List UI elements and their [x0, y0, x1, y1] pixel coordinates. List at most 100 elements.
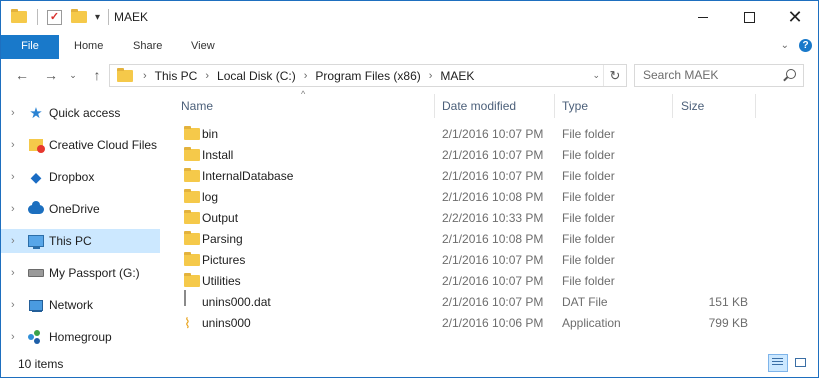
- nav-item-creative-cloud-files[interactable]: › Creative Cloud Files: [1, 133, 160, 157]
- column-divider[interactable]: [755, 94, 756, 118]
- folder-icon: [184, 231, 200, 245]
- file-name: Pictures: [202, 253, 246, 267]
- chevron-right-icon[interactable]: ›: [11, 299, 15, 311]
- chevron-right-icon[interactable]: ›: [429, 70, 433, 82]
- creative-cloud-icon: [28, 137, 45, 153]
- file-row[interactable]: ⌇ unins000 2/1/2016 10:06 PM Application…: [163, 313, 763, 334]
- ribbon-tabs: File Home Share View ⌄ ?: [1, 35, 818, 60]
- ribbon-controls: ⌄ ?: [781, 39, 812, 52]
- customize-toolbar-icon[interactable]: ▾: [95, 12, 100, 23]
- file-row[interactable]: Output 2/2/2016 10:33 PM File folder: [163, 208, 763, 229]
- file-row[interactable]: log 2/1/2016 10:08 PM File folder: [163, 187, 763, 208]
- minimize-button[interactable]: [680, 1, 726, 33]
- nav-item-dropbox[interactable]: › ◆ Dropbox: [1, 165, 160, 189]
- properties-icon[interactable]: ✓: [47, 9, 62, 25]
- address-dropdown-icon[interactable]: ⌄: [592, 65, 600, 86]
- tab-home[interactable]: Home: [74, 35, 103, 59]
- recent-locations-button[interactable]: ⌄: [63, 65, 83, 85]
- chevron-right-icon[interactable]: ›: [205, 70, 209, 82]
- breadcrumb-local-disk[interactable]: Local Disk (C:): [217, 69, 296, 83]
- nav-item-this-pc[interactable]: › This PC: [1, 229, 160, 253]
- folder-icon: [184, 168, 200, 182]
- column-header-name[interactable]: Name: [181, 94, 213, 118]
- maximize-button[interactable]: [726, 1, 772, 33]
- up-arrow-icon: ↑: [93, 67, 101, 83]
- up-button[interactable]: ↑: [87, 65, 107, 85]
- help-icon[interactable]: ?: [799, 39, 812, 52]
- file-row[interactable]: Utilities 2/1/2016 10:07 PM File folder: [163, 271, 763, 292]
- forward-button[interactable]: →: [41, 65, 61, 85]
- status-bar: 10 items: [1, 349, 818, 377]
- column-header-type[interactable]: Type: [562, 94, 588, 118]
- nav-item-onedrive[interactable]: › OneDrive: [1, 197, 160, 221]
- file-size: [681, 250, 748, 271]
- details-view-button[interactable]: [768, 354, 788, 372]
- file-size: 799 KB: [708, 316, 748, 330]
- column-divider[interactable]: [554, 94, 555, 118]
- file-row[interactable]: InternalDatabase 2/1/2016 10:07 PM File …: [163, 166, 763, 187]
- file-row[interactable]: bin 2/1/2016 10:07 PM File folder: [163, 124, 763, 145]
- file-row[interactable]: Parsing 2/1/2016 10:08 PM File folder: [163, 229, 763, 250]
- address-bar[interactable]: › This PC › Local Disk (C:) › Program Fi…: [109, 64, 627, 87]
- details-view-icon: [772, 358, 783, 367]
- folder-icon: [184, 126, 200, 140]
- chevron-right-icon[interactable]: ›: [11, 267, 15, 279]
- new-folder-icon[interactable]: [71, 9, 87, 23]
- file-icon: [184, 290, 186, 306]
- toolbar-divider: [37, 9, 38, 25]
- file-size: [681, 208, 748, 229]
- nav-item-network[interactable]: › Network: [1, 293, 160, 317]
- column-header-size[interactable]: Size: [681, 94, 704, 118]
- search-input[interactable]: [635, 65, 781, 84]
- file-row[interactable]: Install 2/1/2016 10:07 PM File folder: [163, 145, 763, 166]
- breadcrumb-this-pc[interactable]: This PC: [155, 69, 198, 83]
- chevron-right-icon[interactable]: ›: [11, 107, 15, 119]
- chevron-right-icon[interactable]: ›: [11, 203, 15, 215]
- file-name: Parsing: [202, 232, 243, 246]
- nav-item-label: Creative Cloud Files: [49, 138, 158, 152]
- file-row[interactable]: unins000.dat 2/1/2016 10:07 PM DAT File …: [163, 290, 763, 313]
- breadcrumb-program-files[interactable]: Program Files (x86): [315, 69, 420, 83]
- large-icons-view-button[interactable]: [791, 354, 811, 372]
- file-date: 2/2/2016 10:33 PM: [442, 211, 544, 225]
- tab-view[interactable]: View: [191, 35, 215, 59]
- breadcrumb-maek[interactable]: MAEK: [440, 69, 474, 83]
- chevron-right-icon[interactable]: ›: [143, 70, 147, 82]
- minimize-icon: [698, 16, 708, 18]
- file-name: Utilities: [202, 274, 241, 288]
- refresh-icon[interactable]: ↻: [603, 65, 626, 86]
- nav-item-homegroup[interactable]: › Homegroup: [1, 325, 160, 349]
- file-type: File folder: [562, 190, 615, 204]
- chevron-right-icon[interactable]: ›: [11, 171, 15, 183]
- back-button[interactable]: ←: [12, 65, 32, 85]
- search-icon[interactable]: [786, 69, 796, 79]
- file-type: File folder: [562, 127, 615, 141]
- chevron-right-icon[interactable]: ›: [11, 235, 15, 247]
- forward-arrow-icon: →: [44, 67, 58, 83]
- chevron-right-icon[interactable]: ›: [304, 70, 308, 82]
- nav-item-label: Network: [49, 298, 94, 312]
- nav-item-quick-access[interactable]: › ★ Quick access: [1, 101, 160, 125]
- file-name: bin: [202, 127, 219, 141]
- file-name: log: [202, 190, 219, 204]
- file-type: File folder: [562, 169, 615, 183]
- chevron-right-icon[interactable]: ›: [11, 139, 15, 151]
- file-row[interactable]: Pictures 2/1/2016 10:07 PM File folder: [163, 250, 763, 271]
- column-divider[interactable]: [672, 94, 673, 118]
- nav-item-my-passport[interactable]: › My Passport (G:): [1, 261, 160, 285]
- expand-ribbon-icon[interactable]: ⌄: [781, 40, 789, 51]
- tab-share[interactable]: Share: [133, 35, 162, 59]
- large-icons-view-icon: [795, 358, 806, 367]
- file-date: 2/1/2016 10:08 PM: [442, 232, 544, 246]
- column-header-date[interactable]: Date modified: [442, 94, 516, 118]
- column-divider[interactable]: [434, 94, 435, 118]
- tab-file[interactable]: File: [1, 35, 59, 59]
- title-bar: ✓ ▾ MAEK ✕: [1, 1, 818, 35]
- file-type: File folder: [562, 148, 615, 162]
- maximize-icon: [743, 11, 755, 23]
- item-count: 10 items: [18, 357, 64, 371]
- file-date: 2/1/2016 10:07 PM: [442, 169, 544, 183]
- search-box[interactable]: [634, 64, 804, 87]
- chevron-right-icon[interactable]: ›: [11, 331, 15, 343]
- close-button[interactable]: ✕: [772, 1, 818, 33]
